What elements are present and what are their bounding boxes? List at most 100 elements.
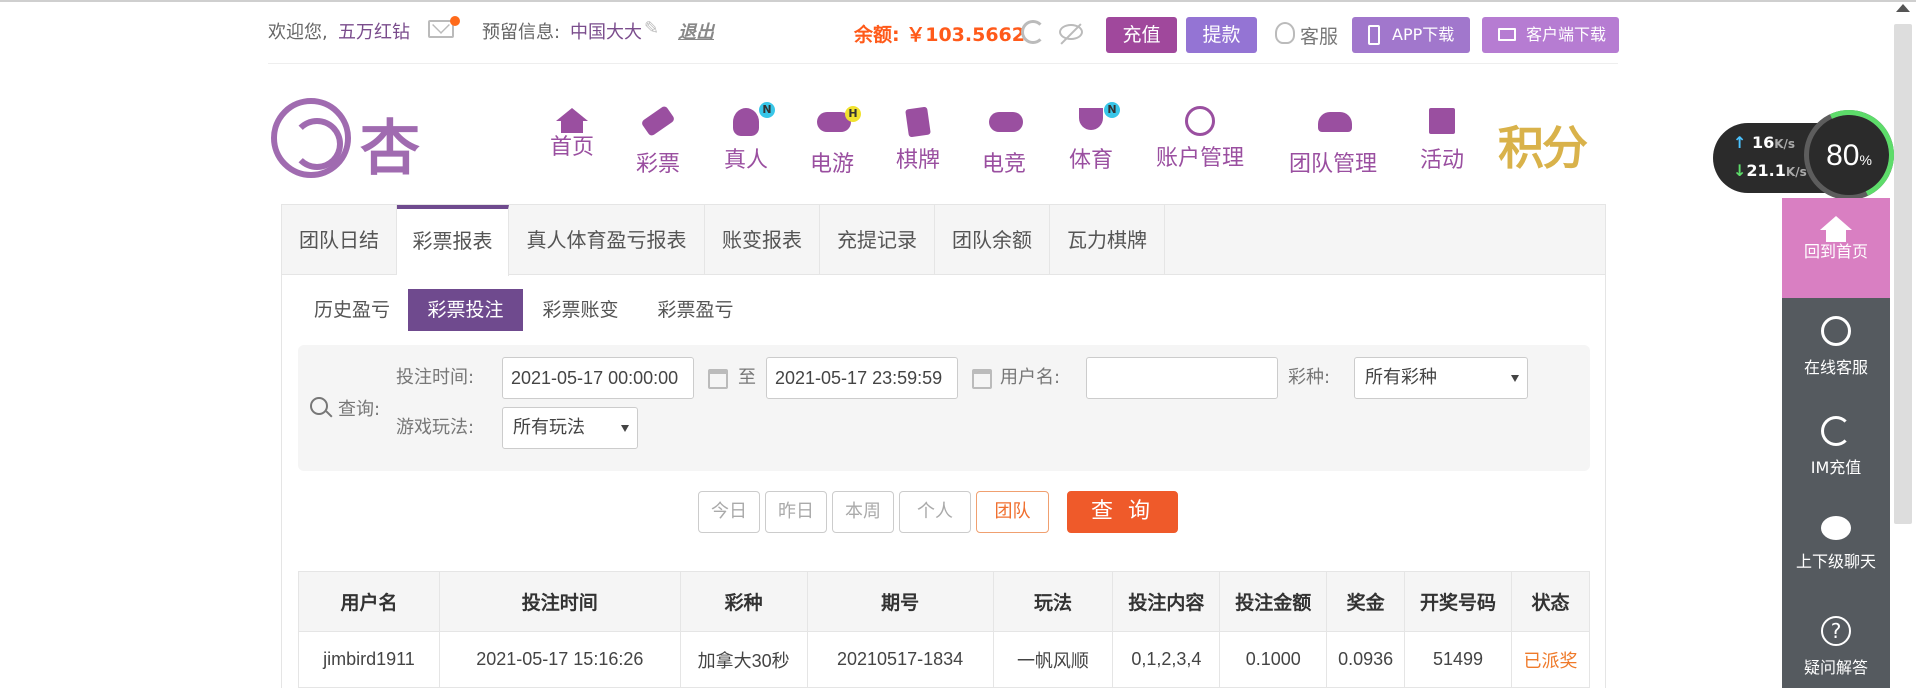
- nav-label: 棋牌: [896, 148, 941, 173]
- upload-arrow-icon: ↑: [1733, 133, 1747, 152]
- mail-icon[interactable]: [428, 16, 460, 40]
- edit-icon[interactable]: ✎: [644, 18, 659, 39]
- calendar-icon[interactable]: [972, 369, 992, 389]
- trophy-icon: N: [1076, 102, 1120, 134]
- tab-lottery-report[interactable]: 彩票报表: [397, 205, 509, 276]
- subtab-lottery-pnl[interactable]: 彩票盈亏: [638, 289, 753, 331]
- username-link[interactable]: 五万红钻: [338, 18, 410, 44]
- sidebar-item-home[interactable]: 回到首页: [1782, 198, 1890, 298]
- end-time-input[interactable]: 2021-05-17 23:59:59: [766, 357, 958, 399]
- nav-account-management[interactable]: 账户管理: [1156, 106, 1244, 172]
- site-logo[interactable]: 杏彩: [268, 96, 478, 271]
- tab-deposit-withdraw[interactable]: 充提记录: [820, 205, 935, 275]
- dealer-icon: N: [731, 102, 775, 136]
- nav-live-dealer[interactable]: N 真人: [724, 102, 775, 174]
- tab-wali-chess[interactable]: 瓦力棋牌: [1050, 205, 1165, 275]
- tab-live-sports-pnl[interactable]: 真人体育盈亏报表: [509, 205, 705, 275]
- nav-chess-cards[interactable]: 棋牌: [896, 106, 941, 174]
- headset-icon: [1821, 316, 1851, 346]
- subtab-lottery-changes[interactable]: 彩票账变: [523, 289, 638, 331]
- upload-value: 16: [1751, 133, 1775, 152]
- search-icon: [310, 397, 328, 415]
- ticket-icon: [640, 105, 676, 138]
- nav-team-management[interactable]: 团队管理: [1289, 108, 1377, 178]
- nav-sports[interactable]: N 体育: [1069, 102, 1120, 174]
- this-week-button[interactable]: 本周: [832, 491, 894, 533]
- column-header: 奖金: [1326, 571, 1406, 632]
- nav-lottery[interactable]: 彩票: [636, 105, 680, 178]
- nav-label: 团队管理: [1289, 152, 1378, 177]
- tab-team-daily[interactable]: 团队日结: [282, 205, 397, 275]
- upload-unit: K/s: [1774, 137, 1796, 151]
- top-divider: [268, 63, 1618, 64]
- download-value: 21.1: [1746, 161, 1786, 180]
- nav-slots[interactable]: H 电游: [810, 106, 861, 178]
- nav-esports[interactable]: 电竞: [982, 108, 1026, 178]
- gamepad-icon: H: [817, 106, 861, 138]
- dropdown-arrow-icon: [621, 425, 629, 432]
- today-button[interactable]: 今日: [698, 491, 760, 533]
- column-header: 投注内容: [1112, 571, 1221, 632]
- column-header: 开奖号码: [1404, 571, 1512, 632]
- nav-label: 电游: [810, 152, 855, 177]
- scroll-up-arrow-icon[interactable]: [1896, 4, 1910, 12]
- subtab-history-pnl[interactable]: 历史盈亏: [296, 289, 408, 331]
- customer-service-icon[interactable]: [1275, 22, 1295, 44]
- welcome-text: 欢迎您,: [268, 22, 328, 43]
- phone-icon: [1368, 25, 1380, 45]
- sidebar-item-label: 疑问解答: [1803, 658, 1868, 677]
- table-header-row: 用户名 投注时间 彩种 期号 玩法 投注内容 投注金额 奖金 开奖号码 状态: [298, 571, 1591, 632]
- recharge-button[interactable]: 充值: [1106, 17, 1177, 53]
- refresh-icon[interactable]: [1021, 20, 1045, 44]
- chat-icon: [1821, 516, 1851, 540]
- sidebar-item-faq[interactable]: ? 疑问解答: [1782, 598, 1890, 688]
- tab-team-balance[interactable]: 团队余额: [935, 205, 1050, 275]
- right-sidebar: 回到首页 在线客服 IM充值 上下级聊天 ? 疑问解答: [1782, 198, 1890, 688]
- calendar-icon[interactable]: [708, 369, 728, 389]
- window-top-border: [0, 0, 1916, 2]
- scrollbar-thumb[interactable]: [1894, 24, 1912, 524]
- sidebar-item-im-recharge[interactable]: IM充值: [1782, 398, 1890, 498]
- yesterday-button[interactable]: 昨日: [765, 491, 827, 533]
- lottery-type-select[interactable]: 所有彩种: [1354, 357, 1528, 399]
- cell-amount: 0.1000: [1219, 631, 1328, 688]
- customer-service-label[interactable]: 客服: [1300, 22, 1338, 49]
- subtab-lottery-bets[interactable]: 彩票投注: [408, 289, 523, 331]
- logout-link[interactable]: 退出: [678, 18, 714, 44]
- sidebar-item-label: 在线客服: [1803, 358, 1868, 377]
- monitor-icon: [1498, 28, 1516, 41]
- points-link[interactable]: 积分: [1498, 112, 1588, 178]
- column-header: 彩种: [679, 571, 808, 632]
- username-input[interactable]: [1086, 357, 1278, 399]
- nav-promotions[interactable]: 活动: [1420, 108, 1464, 174]
- balance-label: 余额:: [854, 24, 900, 46]
- reserved-info-value[interactable]: 中国大大: [570, 18, 642, 44]
- upload-speed: ↑ 16K/s: [1733, 133, 1795, 152]
- download-unit: K/s: [1785, 165, 1807, 179]
- nav-home[interactable]: 首页: [550, 108, 594, 161]
- sidebar-item-chat[interactable]: 上下级聊天: [1782, 498, 1890, 598]
- im-icon: [1821, 416, 1851, 446]
- client-download-label: 客户端下载: [1526, 25, 1607, 44]
- gift-icon: [1427, 108, 1457, 134]
- query-button[interactable]: 查 询: [1067, 491, 1178, 533]
- client-download-button[interactable]: 客户端下载: [1482, 17, 1619, 53]
- memory-gauge[interactable]: 80%: [1791, 97, 1907, 213]
- start-time-input[interactable]: 2021-05-17 00:00:00: [502, 357, 694, 399]
- cell-content: 0,1,2,3,4: [1112, 631, 1221, 688]
- new-badge: N: [759, 102, 775, 118]
- withdraw-button[interactable]: 提款: [1186, 17, 1257, 53]
- personal-button[interactable]: 个人: [899, 491, 971, 533]
- gauge-percent-unit: %: [1859, 152, 1872, 168]
- to-label: 至: [738, 367, 756, 388]
- nav-label: 首页: [550, 135, 595, 160]
- hide-balance-icon[interactable]: [1059, 24, 1083, 40]
- play-type-select[interactable]: 所有玩法: [502, 407, 638, 449]
- sidebar-item-online-service[interactable]: 在线客服: [1782, 298, 1890, 398]
- column-header: 状态: [1510, 571, 1591, 632]
- sidebar-item-label: 回到首页: [1803, 242, 1868, 261]
- tab-account-changes[interactable]: 账变报表: [705, 205, 820, 275]
- cell-bet-time: 2021-05-17 15:16:26: [438, 631, 681, 688]
- team-button[interactable]: 团队: [976, 491, 1049, 533]
- app-download-button[interactable]: APP下载: [1352, 17, 1470, 53]
